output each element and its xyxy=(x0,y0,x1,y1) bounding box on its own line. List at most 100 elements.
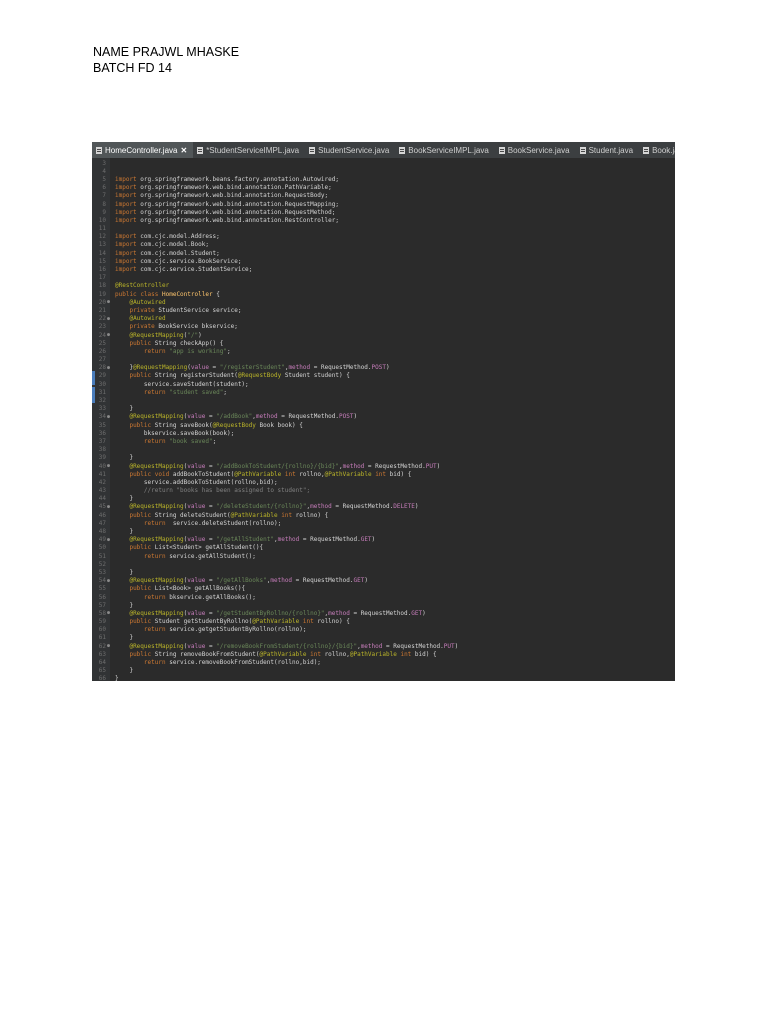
code-text: import org.springframework.web.bind.anno… xyxy=(115,200,339,208)
code-line[interactable]: 28 ● }@RequestMapping(value = "/registerS… xyxy=(92,364,675,372)
code-line[interactable]: 61 } xyxy=(92,634,675,642)
line-number: 41 xyxy=(98,470,106,478)
code-line[interactable]: 51 return service.getAllStudent(); xyxy=(92,552,675,560)
code-line[interactable]: 40 ● @RequestMapping(value = "/addBookToS… xyxy=(92,462,675,470)
code-line[interactable]: 29 public String registerStudent(@Reques… xyxy=(92,372,675,380)
editor-tab[interactable]: StudentService.java xyxy=(305,142,395,158)
code-line[interactable]: 17 xyxy=(92,274,675,282)
code-line[interactable]: 6 import org.springframework.web.bind.ann… xyxy=(92,184,675,192)
code-line[interactable]: 27 xyxy=(92,356,675,364)
code-line[interactable]: 49 ● @RequestMapping(value = "/getAllStud… xyxy=(92,536,675,544)
code-line[interactable]: 48 } xyxy=(92,527,675,535)
code-line[interactable]: 16 import com.cjc.service.StudentService; xyxy=(92,265,675,273)
editor-tab[interactable]: BookService.java xyxy=(495,142,576,158)
code-line[interactable]: 62 ● @RequestMapping(value = "/removeBook… xyxy=(92,642,675,650)
code-line[interactable]: 59 public Student getStudentByRollno(@Pa… xyxy=(92,618,675,626)
line-number: 6 xyxy=(102,184,106,192)
code-line[interactable]: 8 import org.springframework.web.bind.ann… xyxy=(92,200,675,208)
code-line[interactable]: 46 public String deleteStudent(@PathVari… xyxy=(92,511,675,519)
code-line[interactable]: 14 import com.cjc.model.Student; xyxy=(92,249,675,257)
editor-tab-label: BookServiceIMPL.java xyxy=(408,145,489,155)
code-line[interactable]: 57 } xyxy=(92,601,675,609)
code-line[interactable]: 33 } xyxy=(92,405,675,413)
editor-tab[interactable]: *StudentServiceIMPL.java xyxy=(193,142,305,158)
code-text: } xyxy=(115,405,134,413)
code-line[interactable]: 52 xyxy=(92,560,675,568)
editor-tab[interactable]: Book.java xyxy=(639,142,675,158)
code-editor[interactable]: 3 4 5 import org.springframework.beans.fact… xyxy=(92,159,675,681)
code-line[interactable]: 3 xyxy=(92,159,675,167)
code-line[interactable]: 42 service.addBookToStudent(rollno,bid); xyxy=(92,478,675,486)
code-line[interactable]: 64 return service.removeBookFromStudent(… xyxy=(92,658,675,666)
code-text: import com.cjc.model.Student; xyxy=(115,249,220,257)
line-number: 55 xyxy=(98,585,106,593)
code-line[interactable]: 10 import org.springframework.web.bind.an… xyxy=(92,216,675,224)
code-text: @RequestMapping(value = "/deleteStudent/… xyxy=(129,503,419,511)
code-line[interactable]: 39 } xyxy=(92,454,675,462)
code-text: @RequestMapping(value = "/removeBookFrom… xyxy=(129,642,459,650)
line-number: 7 xyxy=(102,192,106,200)
line-number: 35 xyxy=(98,421,106,429)
code-line[interactable]: 38 xyxy=(92,446,675,454)
code-line[interactable]: 20 ● @Autowired xyxy=(92,298,675,306)
editor-tab[interactable]: Student.java xyxy=(576,142,639,158)
code-line[interactable]: 50 public List<Student> getAllStudent(){ xyxy=(92,544,675,552)
code-line[interactable]: 63 public String removeBookFromStudent(@… xyxy=(92,650,675,658)
editor-tab[interactable]: HomeController.java ✕ xyxy=(92,142,194,158)
code-line[interactable]: 12 import com.cjc.model.Address; xyxy=(92,233,675,241)
code-line[interactable]: 19 public class HomeController { xyxy=(92,290,675,298)
code-line[interactable]: 47 return service.deleteStudent(rollno); xyxy=(92,519,675,527)
code-line[interactable]: 32 xyxy=(92,396,675,404)
editor-tab[interactable]: BookServiceIMPL.java xyxy=(395,142,494,158)
code-line[interactable]: 43 //return "books has been assigned to … xyxy=(92,487,675,495)
close-tab-icon[interactable]: ✕ xyxy=(180,146,187,155)
code-line[interactable]: 41 public void addBookToStudent(@PathVar… xyxy=(92,470,675,478)
code-line[interactable]: 5 import org.springframework.beans.factor… xyxy=(92,175,675,183)
code-line[interactable]: 65 } xyxy=(92,667,675,675)
line-number: 65 xyxy=(98,667,106,675)
code-line[interactable]: 25 public String checkApp() { xyxy=(92,339,675,347)
code-line[interactable]: 22 ● @Autowired xyxy=(92,315,675,323)
line-number: 62 xyxy=(98,642,106,650)
code-text: public String removeBookFromStudent(@Pat… xyxy=(129,650,437,658)
code-text: @Autowired xyxy=(129,298,166,306)
code-text: } xyxy=(115,528,134,536)
code-line[interactable]: 11 xyxy=(92,225,675,233)
java-file-icon xyxy=(197,146,204,154)
code-line[interactable]: 54 ● @RequestMapping(value = "/getAllBook… xyxy=(92,577,675,585)
code-text: } xyxy=(115,667,134,675)
code-line[interactable]: 21 private StudentService service; xyxy=(92,306,675,314)
code-line[interactable]: 26 return "app is working"; xyxy=(92,347,675,355)
code-line[interactable]: 34 ● @RequestMapping(value = "/addBook",m… xyxy=(92,413,675,421)
line-number: 30 xyxy=(98,380,106,388)
code-line[interactable]: 18 @RestController xyxy=(92,282,675,290)
code-line[interactable]: 60 return service.getgetStudentByRollno(… xyxy=(92,626,675,634)
code-text: import org.springframework.web.bind.anno… xyxy=(115,192,329,200)
line-number: 9 xyxy=(102,208,106,216)
code-line[interactable]: 24 ● @RequestMapping("/") xyxy=(92,331,675,339)
code-text: private BookService bkservice; xyxy=(129,323,238,331)
code-line[interactable]: 56 return bkservice.getAllBooks(); xyxy=(92,593,675,601)
code-line[interactable]: 13 import com.cjc.model.Book; xyxy=(92,241,675,249)
line-number: 33 xyxy=(98,405,106,413)
code-line[interactable]: 36 bkservice.saveBook(book); xyxy=(92,429,675,437)
code-line[interactable]: 30 service.saveStudent(student); xyxy=(92,380,675,388)
line-number: 22 xyxy=(98,315,106,323)
code-line[interactable]: 58 ● @RequestMapping(value = "/getStudent… xyxy=(92,609,675,617)
code-line[interactable]: 45 ● @RequestMapping(value = "/deleteStud… xyxy=(92,503,675,511)
code-line[interactable]: 55 public List<Book> getAllBooks(){ xyxy=(92,585,675,593)
code-line[interactable]: 66} xyxy=(92,675,675,681)
code-line[interactable]: 23 private BookService bkservice; xyxy=(92,323,675,331)
line-number: 24 xyxy=(98,331,106,339)
code-text: @RequestMapping(value = "/addBook",metho… xyxy=(129,413,358,421)
code-line[interactable]: 15 import com.cjc.service.BookService; xyxy=(92,257,675,265)
code-text: service.addBookToStudent(rollno,bid); xyxy=(115,478,278,486)
code-line[interactable]: 7 import org.springframework.web.bind.ann… xyxy=(92,192,675,200)
code-line[interactable]: 53 } xyxy=(92,568,675,576)
code-line[interactable]: 31 return "student saved"; xyxy=(92,388,675,396)
code-line[interactable]: 35 public String saveBook(@RequestBody B… xyxy=(92,421,675,429)
code-line[interactable]: 44 } xyxy=(92,495,675,503)
code-line[interactable]: 9 import org.springframework.web.bind.ann… xyxy=(92,208,675,216)
code-line[interactable]: 4 xyxy=(92,167,675,175)
code-line[interactable]: 37 return "book saved"; xyxy=(92,437,675,445)
